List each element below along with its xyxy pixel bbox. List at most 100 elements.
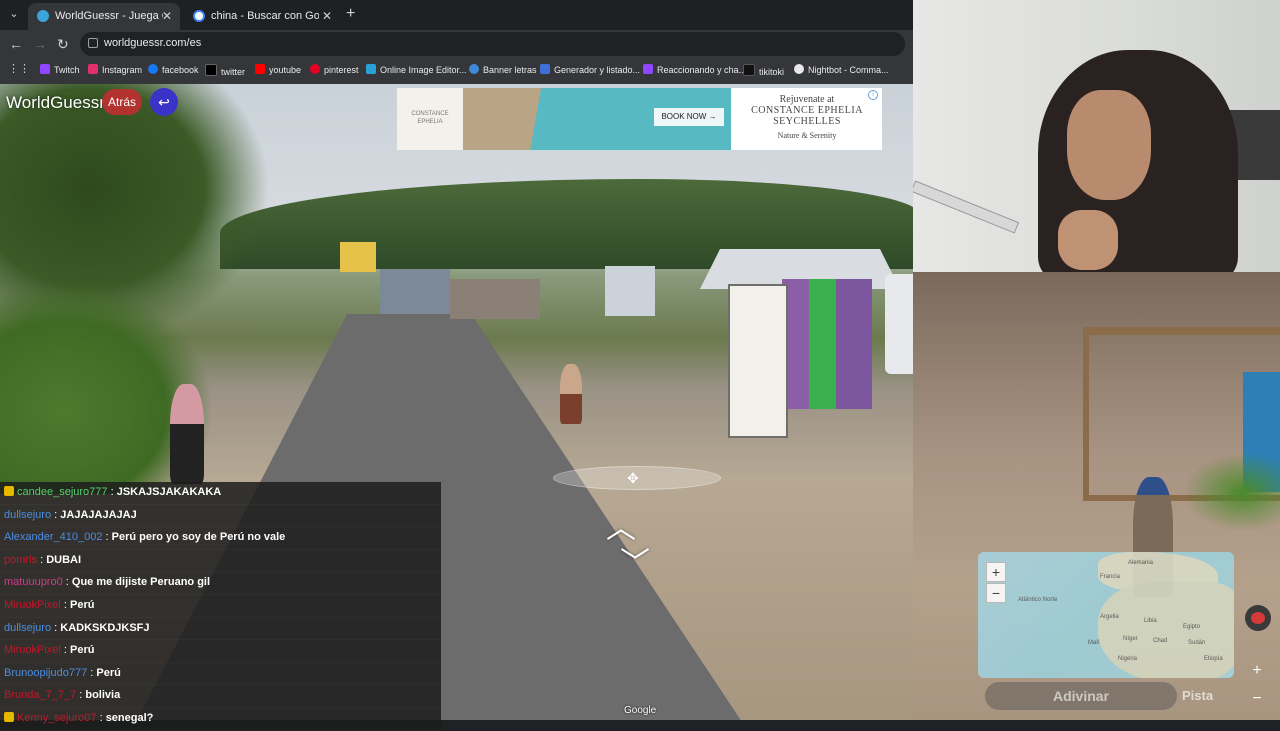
tab-worldguessr[interactable]: WorldGuessr - Juega GeoGues ✕ bbox=[28, 3, 180, 30]
bookmark-twitch[interactable]: Twitch bbox=[40, 64, 80, 75]
google-icon bbox=[193, 10, 205, 22]
map-label: Etiopía bbox=[1204, 656, 1223, 662]
chat-username[interactable]: pomrls bbox=[4, 554, 37, 566]
side-zoom-in-button[interactable]: + bbox=[1245, 662, 1269, 680]
map-zoom-out-button[interactable]: − bbox=[986, 583, 1006, 603]
guess-minimap[interactable]: + − Alemania Francia Atlántico Norte Arg… bbox=[978, 552, 1234, 678]
chat-username[interactable]: Kenny_sejuro07 bbox=[17, 712, 97, 724]
map-zoom-in-button[interactable]: + bbox=[986, 562, 1006, 582]
new-tab-button[interactable]: + bbox=[346, 6, 355, 22]
billboard bbox=[605, 266, 655, 316]
chat-separator: : bbox=[60, 598, 71, 611]
reload-icon[interactable]: ↻ bbox=[57, 35, 69, 53]
backward-arrow-icon[interactable]: ﹀ bbox=[620, 549, 650, 579]
chat-separator: : bbox=[62, 576, 72, 589]
ad-copy: Rejuvenate at CONSTANCE EPHELIA SEYCHELL… bbox=[737, 94, 877, 140]
return-to-start-button[interactable]: ↩ bbox=[150, 88, 178, 116]
ad-info-icon[interactable]: i bbox=[868, 90, 878, 100]
chat-separator: : bbox=[37, 553, 47, 566]
map-label: Sudán bbox=[1188, 640, 1206, 646]
browser-tab-bar: ⌄ WorldGuessr - Juega GeoGues ✕ china - … bbox=[0, 0, 913, 30]
x-icon bbox=[205, 64, 217, 76]
close-icon[interactable]: ✕ bbox=[322, 3, 332, 30]
guess-button[interactable]: Adivinar bbox=[985, 682, 1177, 710]
chat-message: matuuupro0 : Que me dijiste Peruano gil bbox=[0, 572, 441, 595]
pinterest-icon bbox=[310, 64, 320, 74]
ad-brand-panel: CONSTANCE EPHELIA bbox=[397, 88, 463, 150]
bookmark-reaccionando[interactable]: Reaccionando y cha... bbox=[643, 64, 746, 75]
chat-text: JAJAJAJAJAJ bbox=[60, 508, 137, 521]
chat-message: pomrls : DUBAI bbox=[0, 549, 441, 573]
streamer-face bbox=[1067, 90, 1151, 200]
map-landmass bbox=[1098, 582, 1234, 678]
advertisement-banner[interactable]: CONSTANCE EPHELIA BOOK NOW → Rejuvenate … bbox=[397, 88, 882, 150]
forward-arrow-icon[interactable]: → bbox=[33, 35, 47, 53]
chat-username[interactable]: MiruokPixel bbox=[4, 599, 61, 611]
tab-title: WorldGuessr - Juega GeoGues bbox=[55, 10, 163, 22]
chat-badge-icon bbox=[4, 711, 14, 722]
url-bar[interactable]: worldguessr.com/es bbox=[80, 32, 905, 56]
instagram-icon bbox=[88, 64, 98, 74]
map-label: Argelia bbox=[1100, 614, 1119, 620]
bookmark-twitter[interactable]: twitter bbox=[205, 64, 245, 77]
chat-separator: : bbox=[96, 711, 106, 724]
side-zoom-out-button[interactable]: − bbox=[1245, 690, 1269, 708]
chat-username[interactable]: candee_sejuro777 bbox=[17, 486, 108, 498]
forward-arrow-icon[interactable]: ︿ bbox=[606, 514, 636, 544]
chat-text: KADKSKDJKSFJ bbox=[60, 621, 150, 634]
chat-username[interactable]: dullsejuro bbox=[4, 622, 51, 634]
tab-google-search[interactable]: china - Buscar con Google ✕ bbox=[184, 3, 340, 30]
chat-message: Brunda_7_7_7 : bolivia bbox=[0, 685, 441, 708]
back-button[interactable]: Atrás bbox=[102, 89, 142, 115]
chat-separator: : bbox=[51, 508, 61, 521]
bookmark-facebook[interactable]: facebook bbox=[148, 64, 199, 75]
bookmark-tikitoki[interactable]: tikitoki bbox=[743, 64, 784, 77]
worldguessr-logo[interactable]: WorldGuessr bbox=[6, 93, 105, 113]
chat-username[interactable]: MiruokPixel bbox=[4, 644, 61, 656]
bookmark-pinterest[interactable]: pinterest bbox=[310, 64, 359, 75]
map-label: Libia bbox=[1144, 618, 1157, 624]
nightbot-icon bbox=[794, 64, 804, 74]
chat-username[interactable]: Alexander_410_002 bbox=[4, 531, 102, 543]
bookmark-banner-letras[interactable]: Banner letras bbox=[469, 64, 537, 75]
youtube-icon bbox=[255, 64, 265, 74]
chat-username[interactable]: Brunoopijudo777 bbox=[4, 667, 87, 679]
back-arrow-icon[interactable]: ← bbox=[9, 35, 23, 53]
ad-brand-logo: CONSTANCE EPHELIA bbox=[411, 111, 449, 125]
hint-button[interactable]: Pista bbox=[1182, 682, 1228, 710]
chat-text: bolivia bbox=[85, 689, 121, 702]
ad-book-now-button[interactable]: BOOK NOW → bbox=[654, 108, 724, 126]
bookmark-youtube[interactable]: youtube bbox=[255, 64, 301, 75]
chat-message: MiruokPixel : Perú bbox=[0, 640, 441, 663]
chat-message: Alexander_410_002 : Perú pero yo soy de … bbox=[0, 527, 441, 550]
pedestrian bbox=[170, 384, 204, 484]
chat-text: Que me dijiste Peruano gil bbox=[71, 576, 211, 589]
chat-badge-icon bbox=[4, 486, 14, 496]
bush bbox=[1183, 452, 1280, 532]
ad-line: SEYCHELLES bbox=[773, 116, 841, 127]
site-info-icon[interactable] bbox=[88, 38, 98, 48]
report-flag-button[interactable] bbox=[1245, 605, 1271, 631]
chat-message: MiruokPixel : Perú bbox=[0, 594, 441, 618]
chat-username[interactable]: Brunda_7_7_7 bbox=[4, 689, 76, 701]
close-icon[interactable]: ✕ bbox=[162, 3, 172, 30]
apps-grid-icon[interactable]: ⋮⋮ bbox=[8, 62, 30, 75]
building bbox=[450, 279, 540, 319]
chat-separator: : bbox=[51, 621, 61, 634]
chat-text: Perú pero yo soy de Perú no vale bbox=[111, 531, 286, 544]
chat-text: JSKAJSJAKAKAKA bbox=[116, 486, 222, 498]
map-label: Malí bbox=[1088, 640, 1100, 646]
microphone-arm bbox=[913, 180, 1020, 234]
url-text: worldguessr.com/es bbox=[104, 37, 202, 49]
bookmark-nightbot[interactable]: Nightbot - Comma... bbox=[794, 64, 889, 75]
chat-username[interactable]: dullsejuro bbox=[4, 509, 51, 521]
map-label: Alemania bbox=[1128, 560, 1154, 566]
bookmark-image-editor[interactable]: Online Image Editor... bbox=[366, 64, 467, 75]
bookmark-instagram[interactable]: Instagram bbox=[88, 64, 142, 75]
tab-search-button[interactable]: ⌄ bbox=[6, 6, 22, 22]
map-label: Nigeria bbox=[1118, 656, 1138, 662]
bookmark-generador[interactable]: Generador y listado... bbox=[540, 64, 640, 75]
chat-username[interactable]: matuuupro0 bbox=[4, 576, 63, 588]
map-label: Níger bbox=[1123, 636, 1138, 642]
truck bbox=[885, 274, 913, 374]
